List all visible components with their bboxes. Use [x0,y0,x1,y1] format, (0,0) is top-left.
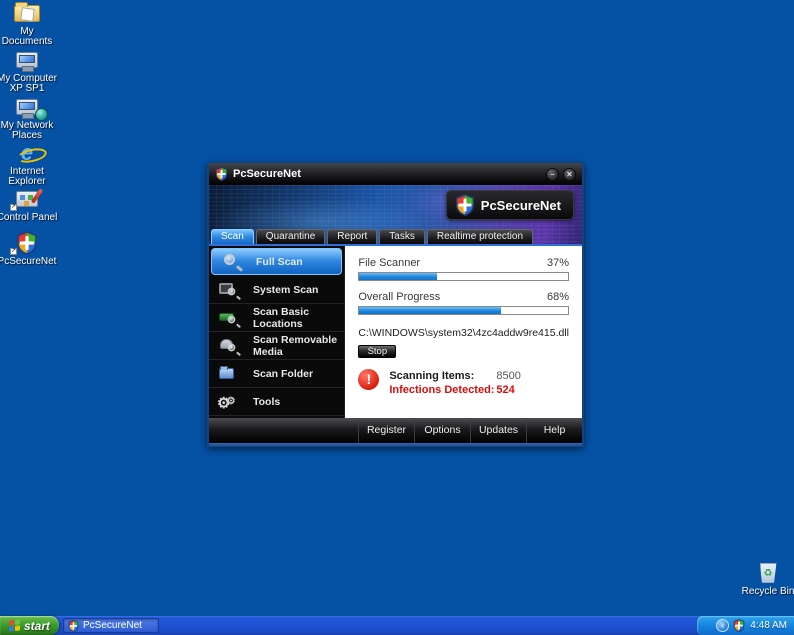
logo-text: PcSecureNet [480,197,561,213]
my-computer-icon [0,48,58,72]
sidebar-item-label: Scan Removable Media [253,333,338,358]
tab-bar: Scan Quarantine Report Tasks Realtime pr… [209,229,582,246]
file-scanner-progressbar [358,272,569,281]
sidebar-item-label: System Scan [253,283,319,296]
pcsecurenet-shield-icon: ↗ [0,231,58,255]
sidebar-item-scan-basic-locations[interactable]: Scan Basic Locations [209,304,345,332]
task-label: PcSecureNet [83,620,142,631]
shortcut-arrow-icon: ↗ [10,248,17,255]
sidebar-item-scan-folder[interactable]: Scan Folder [209,360,345,388]
infections-detected-label: Infections Detected: [389,384,495,396]
my-network-places-icon [0,95,58,121]
my-documents-icon [0,1,58,25]
window-titlebar[interactable]: PcSecureNet − ✕ [209,163,582,185]
updates-button[interactable]: Updates [470,418,526,443]
taskbar-task-pcsecurenet[interactable]: PcSecureNet [63,618,159,633]
shortcut-arrow-icon: ↗ [10,204,17,211]
footer-bar: Register Options Updates Help [209,418,582,443]
sidebar-item-label: Scan Folder [253,367,314,380]
sidebar-item-tools[interactable]: ⚙⚙ Tools [209,388,345,416]
system-tray: ‹ 4:48 AM [696,616,794,635]
tray-shield-icon[interactable] [733,619,745,632]
start-button[interactable]: start [0,616,59,635]
windows-flag-icon [8,619,20,632]
recycle-bin-icon: ♻ [737,561,794,585]
sidebar-item-label: Tools [253,395,281,408]
overall-progress-label: Overall Progress [358,291,441,303]
register-button[interactable]: Register [358,418,414,443]
file-scanner-progress-fill [359,273,437,280]
desktop-icon-pcsecurenet[interactable]: ↗ PcSecureNet [0,231,58,267]
tab-quarantine[interactable]: Quarantine [255,229,326,244]
tray-chevron-icon[interactable]: ‹ [716,619,730,632]
taskbar: start PcSecureNet ‹ 4:48 AM [0,616,794,635]
current-file-path: C:\WINDOWS\system32\4zc4addw9re415.dll [358,327,569,339]
desktop: My Documents My Computer XP SP1 My Netwo… [0,0,794,635]
overall-progressbar [358,306,569,315]
infections-detected-value: 524 [496,384,515,396]
desktop-icon-my-documents[interactable]: My Documents [0,1,58,47]
scan-stats: ! Scanning Items: 8500 Infections Detect… [358,369,569,397]
desktop-icon-label: Control Panel [0,212,58,223]
desktop-icon-my-network-places[interactable]: My Network Places [0,95,58,141]
system-scan-icon [217,280,243,300]
internet-explorer-icon: e [20,140,34,165]
desktop-icon-label: PcSecureNet [0,256,57,267]
stop-button[interactable]: Stop [358,345,397,358]
desktop-icon-internet-explorer[interactable]: e Internet Explorer [0,140,58,187]
tools-gears-icon: ⚙⚙ [217,394,235,412]
scanning-items-value: 8500 [496,370,521,382]
file-scanner-percent: 37% [546,257,569,269]
desktop-icon-label: My Network Places [0,120,54,141]
scan-folder-icon [217,364,243,384]
desktop-icon-label: My Computer XP SP1 [0,73,57,94]
overall-progress-percent: 68% [546,291,569,303]
desktop-icon-recycle-bin[interactable]: ♻ Recycle Bin [737,561,794,597]
window-title: PcSecureNet [233,168,301,180]
window-bottom-border [209,443,582,447]
options-button[interactable]: Options [414,418,470,443]
sidebar-item-label: Full Scan [256,255,303,268]
app-shield-icon [215,167,228,181]
close-button[interactable]: ✕ [563,167,576,181]
tab-realtime-protection[interactable]: Realtime protection [426,229,534,244]
desktop-icon-label: My Documents [1,26,53,47]
start-label: start [23,618,50,633]
tab-report[interactable]: Report [327,229,378,244]
warning-icon: ! [358,369,380,390]
desktop-icon-label: Recycle Bin [741,586,794,597]
task-shield-icon [68,620,79,632]
desktop-icon-control-panel[interactable]: ↗ Control Panel [0,187,58,223]
logo-shield-icon [455,194,475,216]
file-scanner-label: File Scanner [358,257,421,269]
full-scan-magnifier-icon [220,252,246,272]
desktop-icon-label: Internet Explorer [8,166,46,187]
desktop-icon-my-computer[interactable]: My Computer XP SP1 [0,48,58,94]
pcsecurenet-window: PcSecureNet − ✕ PcSecureNet Scan Quarant… [207,163,584,447]
clock: 4:48 AM [750,620,787,631]
tab-scan[interactable]: Scan [211,229,254,244]
minimize-button[interactable]: − [546,167,559,181]
scan-basic-locations-icon [217,308,243,328]
scan-removable-media-icon [217,336,243,356]
control-panel-icon: ↗ [0,187,58,211]
help-button[interactable]: Help [526,418,582,443]
sidebar-item-scan-removable-media[interactable]: Scan Removable Media [209,332,345,360]
sidebar-item-system-scan[interactable]: System Scan [209,276,345,304]
logo-badge: PcSecureNet [445,190,574,220]
tab-tasks[interactable]: Tasks [379,229,425,244]
overall-progress-fill [359,307,502,314]
sidebar: Full Scan System Scan Scan Basic Locatio… [209,246,346,418]
header-banner: PcSecureNet Scan Quarantine Report Tasks… [209,185,582,246]
scanning-items-label: Scanning Items: [389,370,475,382]
sidebar-item-label: Scan Basic Locations [253,305,310,330]
scan-panel: File Scanner 37% Overall Progress 68% C:… [345,246,582,418]
sidebar-item-full-scan[interactable]: Full Scan [211,248,343,275]
